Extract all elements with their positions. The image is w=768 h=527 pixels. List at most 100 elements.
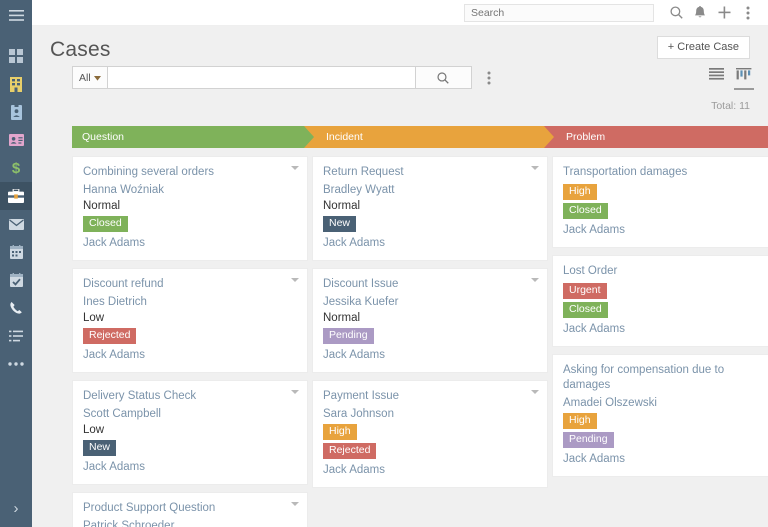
case-card-status-badge-row: Closed bbox=[563, 201, 768, 220]
create-case-button[interactable]: + Create Case bbox=[656, 36, 750, 59]
case-card-contact[interactable]: Scott Campbell bbox=[83, 406, 297, 422]
card-menu-caret-icon[interactable] bbox=[291, 278, 299, 282]
case-card-owner[interactable]: Jack Adams bbox=[83, 347, 297, 363]
case-card-contact[interactable]: Hanna Woźniak bbox=[83, 182, 297, 198]
sidebar-item-deals[interactable]: $ bbox=[0, 154, 32, 182]
sidebar-item-persons[interactable] bbox=[0, 98, 32, 126]
case-card[interactable]: Return Request Bradley Wyatt Normal New Jack… bbox=[312, 156, 548, 261]
hamburger-icon bbox=[8, 9, 24, 21]
case-card-owner[interactable]: Jack Adams bbox=[323, 235, 537, 251]
case-card-title[interactable]: Delivery Status Check bbox=[83, 389, 297, 404]
sidebar: $ › bbox=[0, 0, 32, 527]
plus-icon[interactable] bbox=[712, 1, 736, 25]
bell-icon[interactable] bbox=[688, 1, 712, 25]
svg-text:$: $ bbox=[12, 160, 21, 176]
case-card[interactable]: Product Support Question Patrick Schroede… bbox=[72, 492, 308, 527]
filter-search-button[interactable] bbox=[415, 66, 472, 89]
search-icon[interactable] bbox=[664, 1, 688, 25]
kebab-icon[interactable] bbox=[736, 1, 760, 25]
case-card-title[interactable]: Combining several orders bbox=[83, 165, 297, 180]
case-card-title[interactable]: Product Support Question bbox=[83, 501, 297, 516]
case-card-owner[interactable]: Jack Adams bbox=[563, 321, 768, 337]
case-card-owner[interactable]: Jack Adams bbox=[323, 462, 537, 478]
case-card[interactable]: Combining several orders Hanna Woźniak Nor… bbox=[72, 156, 308, 261]
case-card[interactable]: Discount refund Ines Dietrich Low Rejected J… bbox=[72, 268, 308, 373]
card-menu-caret-icon[interactable] bbox=[531, 166, 539, 170]
case-card-title[interactable]: Discount refund bbox=[83, 277, 297, 292]
case-card-contact[interactable]: Ines Dietrich bbox=[83, 294, 297, 310]
case-card[interactable]: Payment Issue Sara Johnson High Rejected Jac… bbox=[312, 380, 548, 488]
case-card[interactable]: Discount Issue Jessika Kuefer Normal Pendin… bbox=[312, 268, 548, 373]
sidebar-item-calendar[interactable] bbox=[0, 238, 32, 266]
case-card-status-badge-row: Rejected bbox=[83, 326, 297, 345]
case-card[interactable]: Lost Order Urgent Closed Jack Adams bbox=[552, 255, 768, 347]
sidebar-expand-button[interactable]: › bbox=[0, 493, 32, 523]
sidebar-item-calls[interactable] bbox=[0, 294, 32, 322]
card-menu-caret-icon[interactable] bbox=[531, 390, 539, 394]
global-search-input[interactable] bbox=[464, 3, 654, 22]
ellipsis-icon bbox=[8, 362, 24, 366]
status-badge: Pending bbox=[563, 432, 614, 448]
card-menu-caret-icon[interactable] bbox=[291, 166, 299, 170]
case-card-owner[interactable]: Jack Adams bbox=[563, 451, 768, 467]
sidebar-item-more[interactable] bbox=[0, 350, 32, 378]
sidebar-item-mail[interactable] bbox=[0, 210, 32, 238]
case-card[interactable]: Asking for compensation due to damages Am… bbox=[552, 354, 768, 477]
case-card-title[interactable]: Return Request bbox=[323, 165, 537, 180]
case-card-title[interactable]: Lost Order bbox=[563, 264, 768, 279]
kanban-column: Problem Transportation damages High Closed J… bbox=[544, 126, 768, 527]
sidebar-item-companies[interactable] bbox=[0, 70, 32, 98]
card-menu-caret-icon[interactable] bbox=[291, 390, 299, 394]
kanban-column-header[interactable]: Question bbox=[72, 126, 308, 148]
case-card-priority-badge-row: High bbox=[563, 182, 768, 201]
case-card-title[interactable]: Transportation damages bbox=[563, 165, 768, 180]
case-card-owner[interactable]: Jack Adams bbox=[83, 459, 297, 475]
list-view-toggle[interactable] bbox=[709, 68, 724, 90]
sidebar-item-cases[interactable] bbox=[0, 182, 32, 210]
case-card-contact[interactable]: Patrick Schroeder bbox=[83, 518, 297, 527]
kanban-column-header[interactable]: Problem bbox=[544, 126, 768, 148]
magnifier-icon bbox=[437, 71, 449, 84]
case-card-contact[interactable]: Sara Johnson bbox=[323, 406, 537, 422]
kanban-column-body: Transportation damages High Closed Jack Ada… bbox=[552, 148, 768, 477]
card-menu-caret-icon[interactable] bbox=[291, 502, 299, 506]
filter-scope-dropdown[interactable]: All bbox=[72, 66, 108, 89]
kanban-view-toggle[interactable] bbox=[734, 68, 754, 90]
case-card-priority-badge-row: High bbox=[323, 422, 537, 441]
sidebar-item-lists[interactable] bbox=[0, 322, 32, 350]
case-card-contact[interactable]: Jessika Kuefer bbox=[323, 294, 537, 310]
sidebar-item-dashboard[interactable] bbox=[0, 42, 32, 70]
status-badge: New bbox=[323, 216, 357, 232]
filter-scope-label: All bbox=[79, 71, 91, 84]
chevron-down-icon bbox=[93, 72, 101, 84]
case-card-title[interactable]: Asking for compensation due to damages bbox=[563, 363, 768, 393]
case-card-status-badge-row: Closed bbox=[563, 300, 768, 319]
sidebar-item-menu-toggle[interactable] bbox=[0, 0, 32, 30]
calendar-icon bbox=[9, 245, 23, 259]
filter-options-button[interactable] bbox=[478, 66, 500, 89]
case-card-priority-badge-row: Urgent bbox=[563, 281, 768, 300]
sidebar-item-contacts[interactable] bbox=[0, 126, 32, 154]
case-card-contact[interactable]: Amadei Olszewski bbox=[563, 395, 768, 411]
list-view-icon bbox=[709, 68, 724, 80]
kanban-column-header[interactable]: Incident bbox=[312, 126, 548, 148]
case-card[interactable]: Delivery Status Check Scott Campbell Low Ne… bbox=[72, 380, 308, 485]
status-badge: Closed bbox=[563, 203, 608, 219]
sidebar-item-tasks[interactable] bbox=[0, 266, 32, 294]
card-menu-caret-icon[interactable] bbox=[531, 278, 539, 282]
priority-badge: High bbox=[323, 424, 357, 440]
case-card-title[interactable]: Discount Issue bbox=[323, 277, 537, 292]
case-card-status-badge-row: New bbox=[323, 214, 537, 233]
filter-search-input[interactable] bbox=[107, 66, 416, 89]
page-title: Cases bbox=[50, 38, 111, 61]
kanban-column: Incident Return Request Bradley Wyatt Norma… bbox=[312, 126, 548, 527]
case-card-owner[interactable]: Jack Adams bbox=[563, 222, 768, 238]
grid-icon bbox=[9, 49, 23, 63]
case-card-priority: Normal bbox=[83, 200, 121, 212]
case-card-title[interactable]: Payment Issue bbox=[323, 389, 537, 404]
case-card-owner[interactable]: Jack Adams bbox=[83, 235, 297, 251]
case-card[interactable]: Transportation damages High Closed Jack Ada… bbox=[552, 156, 768, 248]
case-card-owner[interactable]: Jack Adams bbox=[323, 347, 537, 363]
case-card-contact[interactable]: Bradley Wyatt bbox=[323, 182, 537, 198]
phone-icon bbox=[10, 302, 22, 314]
